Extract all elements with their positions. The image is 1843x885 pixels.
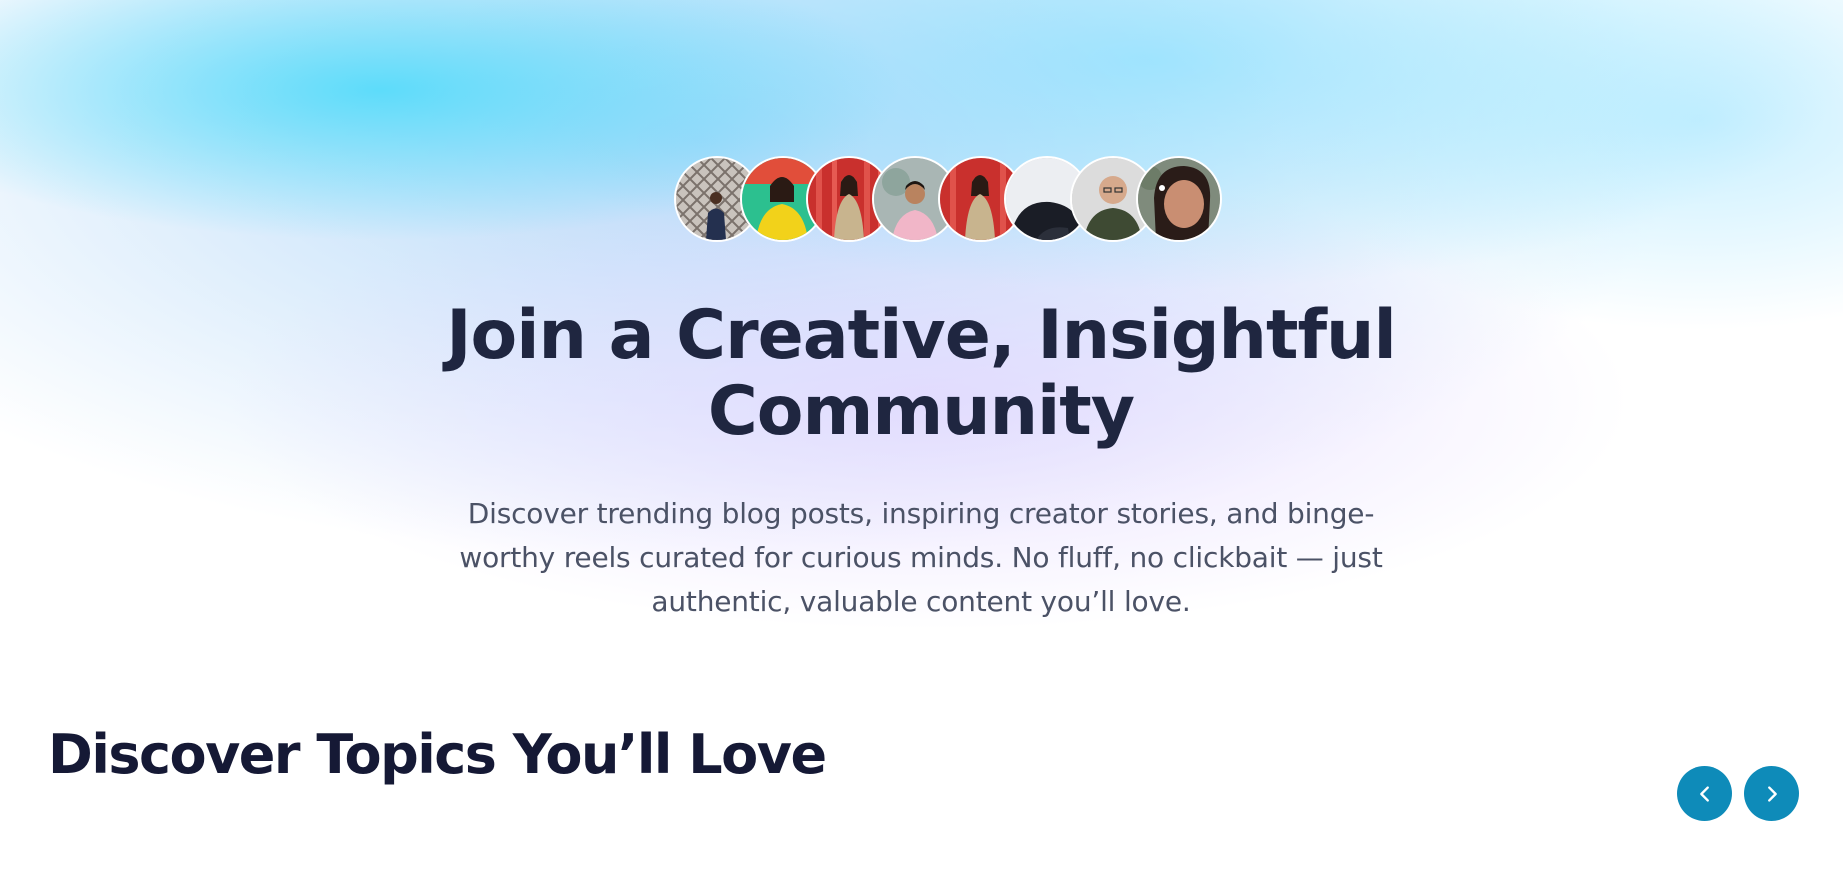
hero-section: Join a Creative, Insightful Community Di…	[0, 0, 1843, 640]
avatar-photo-creator-8[interactable]	[1136, 156, 1222, 242]
avatar-stack	[674, 156, 1222, 242]
hero-title: Join a Creative, Insightful Community	[446, 296, 1397, 451]
chevron-right-icon	[1767, 785, 1777, 802]
chevron-left-icon	[1699, 785, 1709, 802]
carousel-next-button[interactable]	[1744, 766, 1799, 821]
carousel-prev-button[interactable]	[1677, 766, 1732, 821]
hero-subtitle: Discover trending blog posts, inspiring …	[459, 497, 1383, 618]
topics-section-title: Discover Topics You’ll Love	[48, 723, 827, 786]
page: Join a Creative, Insightful Community Di…	[0, 0, 1843, 885]
avatar-image	[1138, 158, 1220, 240]
